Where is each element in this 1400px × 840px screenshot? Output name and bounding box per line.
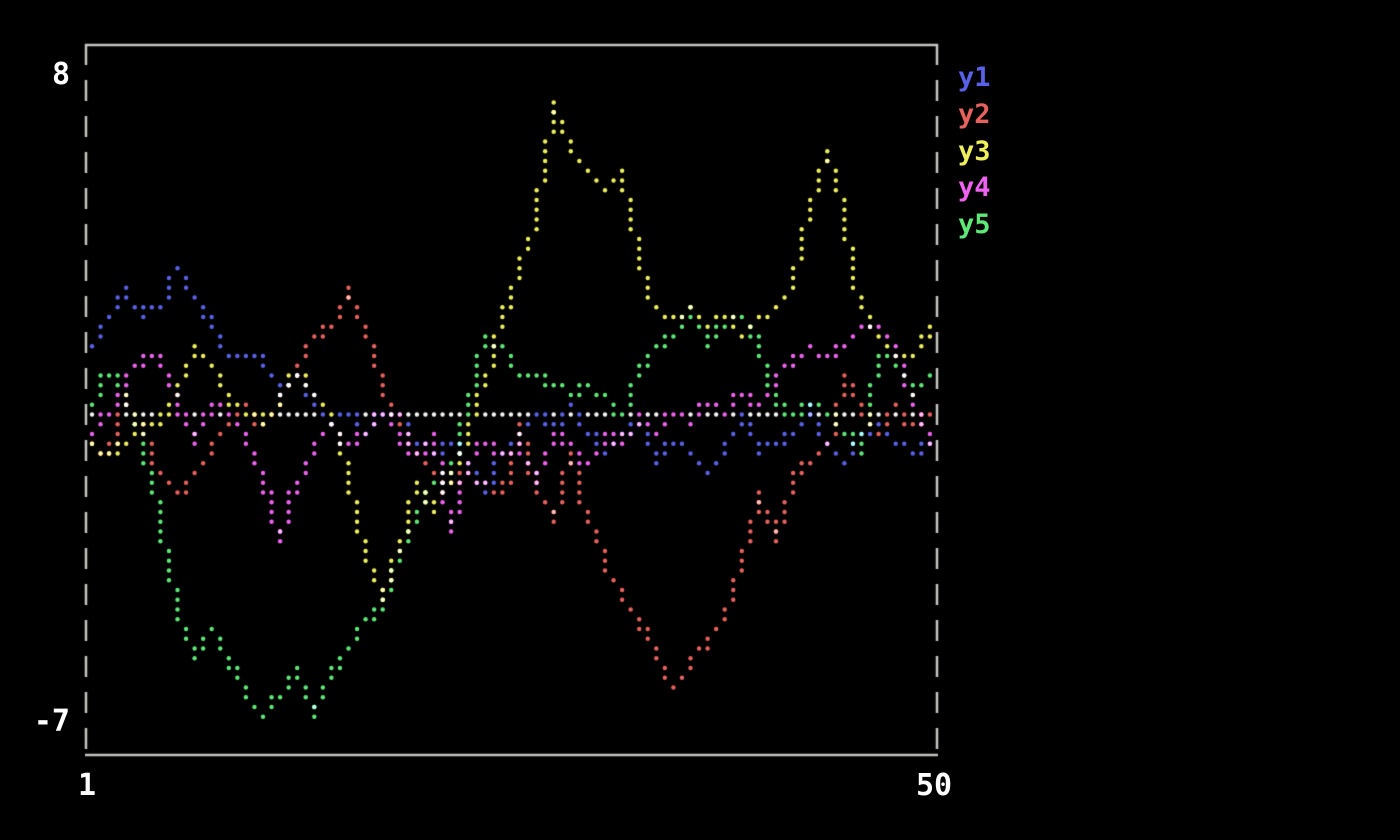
legend-item-y5: y5 — [958, 207, 991, 244]
x-axis-min-label: 1 — [70, 771, 104, 801]
y-axis-min-label: -7 — [0, 707, 70, 737]
plot-canvas — [0, 0, 1400, 840]
legend-item-y3: y3 — [958, 134, 991, 171]
x-axis-max-label: 50 — [912, 771, 956, 801]
y-axis-max-label: 8 — [0, 60, 70, 90]
legend: y1y2y3y4y5 — [958, 60, 991, 244]
terminal-plot-window: 8 -7 1 50 y1y2y3y4y5 — [0, 0, 1400, 840]
legend-item-y4: y4 — [958, 170, 991, 207]
legend-item-y1: y1 — [958, 60, 991, 97]
legend-item-y2: y2 — [958, 97, 991, 134]
